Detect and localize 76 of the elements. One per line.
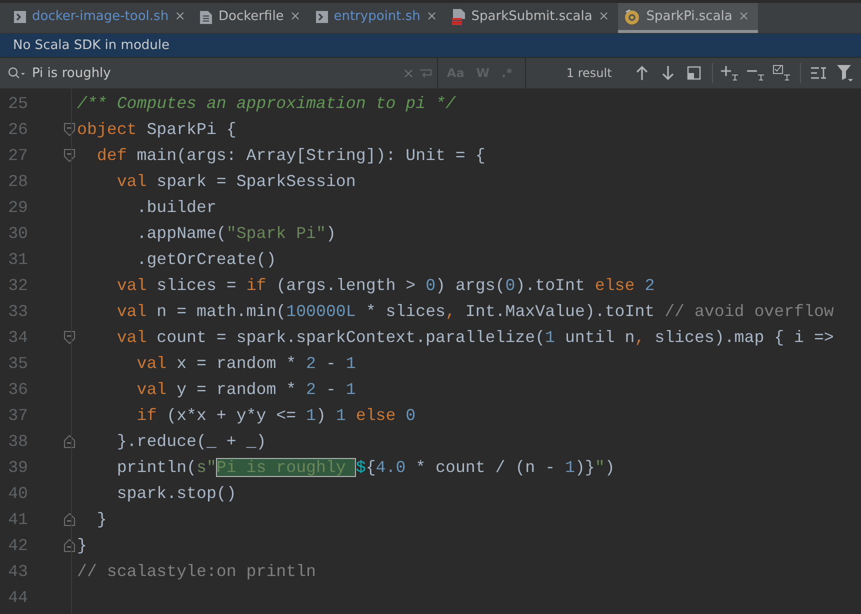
code-line: if (x*x + y*y <= 1) 1 else 0 — [136, 406, 416, 424]
add-occurrence-icon[interactable] — [720, 63, 740, 83]
line-number: 39 — [7, 458, 28, 476]
code-line: .getOrCreate() — [136, 250, 276, 268]
line-number: 42 — [7, 536, 28, 554]
line-number: 33 — [7, 302, 28, 320]
code-text: { — [366, 458, 376, 476]
line-number: 34 — [7, 328, 28, 346]
line-number: 37 — [7, 406, 28, 424]
code-text: $ — [356, 458, 366, 476]
code-line: spark.stop() — [116, 484, 236, 502]
result-count: 1 result — [566, 66, 612, 80]
tab-label: docker-image-tool.sh — [32, 9, 169, 24]
tab-label: Dockerfile — [218, 9, 284, 24]
code-text: 1 — [564, 458, 575, 476]
code-text: * count / (n - — [414, 458, 556, 476]
editor-tab[interactable]: docker-image-tool.sh × — [8, 3, 194, 33]
line-number: 44 — [7, 588, 28, 606]
terminal-icon — [14, 10, 26, 22]
tab-label: entrypoint.sh — [334, 9, 420, 24]
line-number: 31 — [7, 250, 28, 268]
line-number: 43 — [7, 562, 28, 580]
tab-label: SparkSubmit.scala — [471, 9, 592, 24]
code-line: val slices = if (args.length > 0) args(0).toInt else 2 — [116, 276, 655, 294]
code-text: ) — [604, 458, 615, 476]
close-icon[interactable]: × — [174, 9, 186, 24]
line-number: 26 — [7, 120, 28, 138]
line-number: 41 — [7, 510, 28, 528]
editor-tab[interactable]: Dockerfile × — [194, 3, 310, 33]
code-line: /** Computes an approximation to pi */ — [77, 94, 456, 112]
close-icon[interactable]: × — [290, 9, 301, 24]
code-line: } — [77, 536, 87, 554]
line-number: 38 — [7, 432, 28, 450]
code-line: // scalastyle:on println — [77, 562, 316, 580]
line-number: 29 — [7, 198, 28, 216]
code-text: s" — [196, 458, 216, 476]
code-line: }.reduce(_ + _) — [116, 432, 266, 450]
line-number: 32 — [7, 276, 28, 294]
code-text: " — [594, 458, 605, 476]
close-icon[interactable]: × — [598, 9, 610, 24]
line-number: 40 — [7, 484, 28, 502]
line-number: 28 — [7, 172, 28, 190]
object-icon — [624, 8, 640, 24]
line-number: 27 — [7, 146, 28, 164]
editor-tab[interactable]: entrypoint.sh × — [310, 3, 446, 33]
search-icon — [8, 67, 26, 79]
code-line: } — [96, 510, 107, 528]
code-line: val y = random * 2 - 1 — [136, 380, 356, 398]
editor-tab[interactable]: SparkPi.scala × — [618, 3, 758, 33]
line-number: 30 — [7, 224, 28, 242]
code-line: object SparkPi { — [77, 120, 236, 138]
line-number: 36 — [7, 380, 28, 398]
close-icon[interactable]: × — [738, 9, 750, 24]
code-line: val spark = SparkSession — [116, 172, 356, 190]
code-line: .builder — [136, 198, 216, 216]
close-icon[interactable]: × — [426, 9, 438, 24]
file-icon — [452, 8, 466, 24]
code-text: println( — [116, 458, 196, 476]
terminal-icon — [316, 10, 328, 22]
notification-text: No Scala SDK in module — [13, 38, 170, 53]
tab-label: SparkPi.scala — [646, 9, 732, 24]
line-number: 35 — [7, 354, 28, 372]
code-line: val count = spark.sparkContext.parallelize(1 until n, slices).map { i => — [116, 328, 834, 346]
code-text: 4.0 — [376, 458, 406, 476]
editor-tab[interactable]: SparkSubmit.scala × — [446, 3, 618, 33]
search-input[interactable]: Pi is roughly — [32, 66, 398, 80]
line-number: 25 — [7, 94, 28, 112]
code-line: val x = random * 2 - 1 — [136, 354, 356, 372]
code-line: .appName("Spark Pi") — [136, 224, 336, 242]
document-icon — [200, 9, 212, 24]
search-match: Pi is roughly — [216, 458, 356, 476]
code-line: def main(args: Array[String]): Unit = { — [96, 146, 486, 164]
code-line: val n = math.min(100000L * slices, Int.MaxValue).toInt // avoid overflow — [116, 302, 834, 320]
select-all-icon[interactable] — [772, 63, 792, 83]
code-text: )} — [574, 458, 595, 476]
filter-icon[interactable] — [835, 63, 856, 83]
